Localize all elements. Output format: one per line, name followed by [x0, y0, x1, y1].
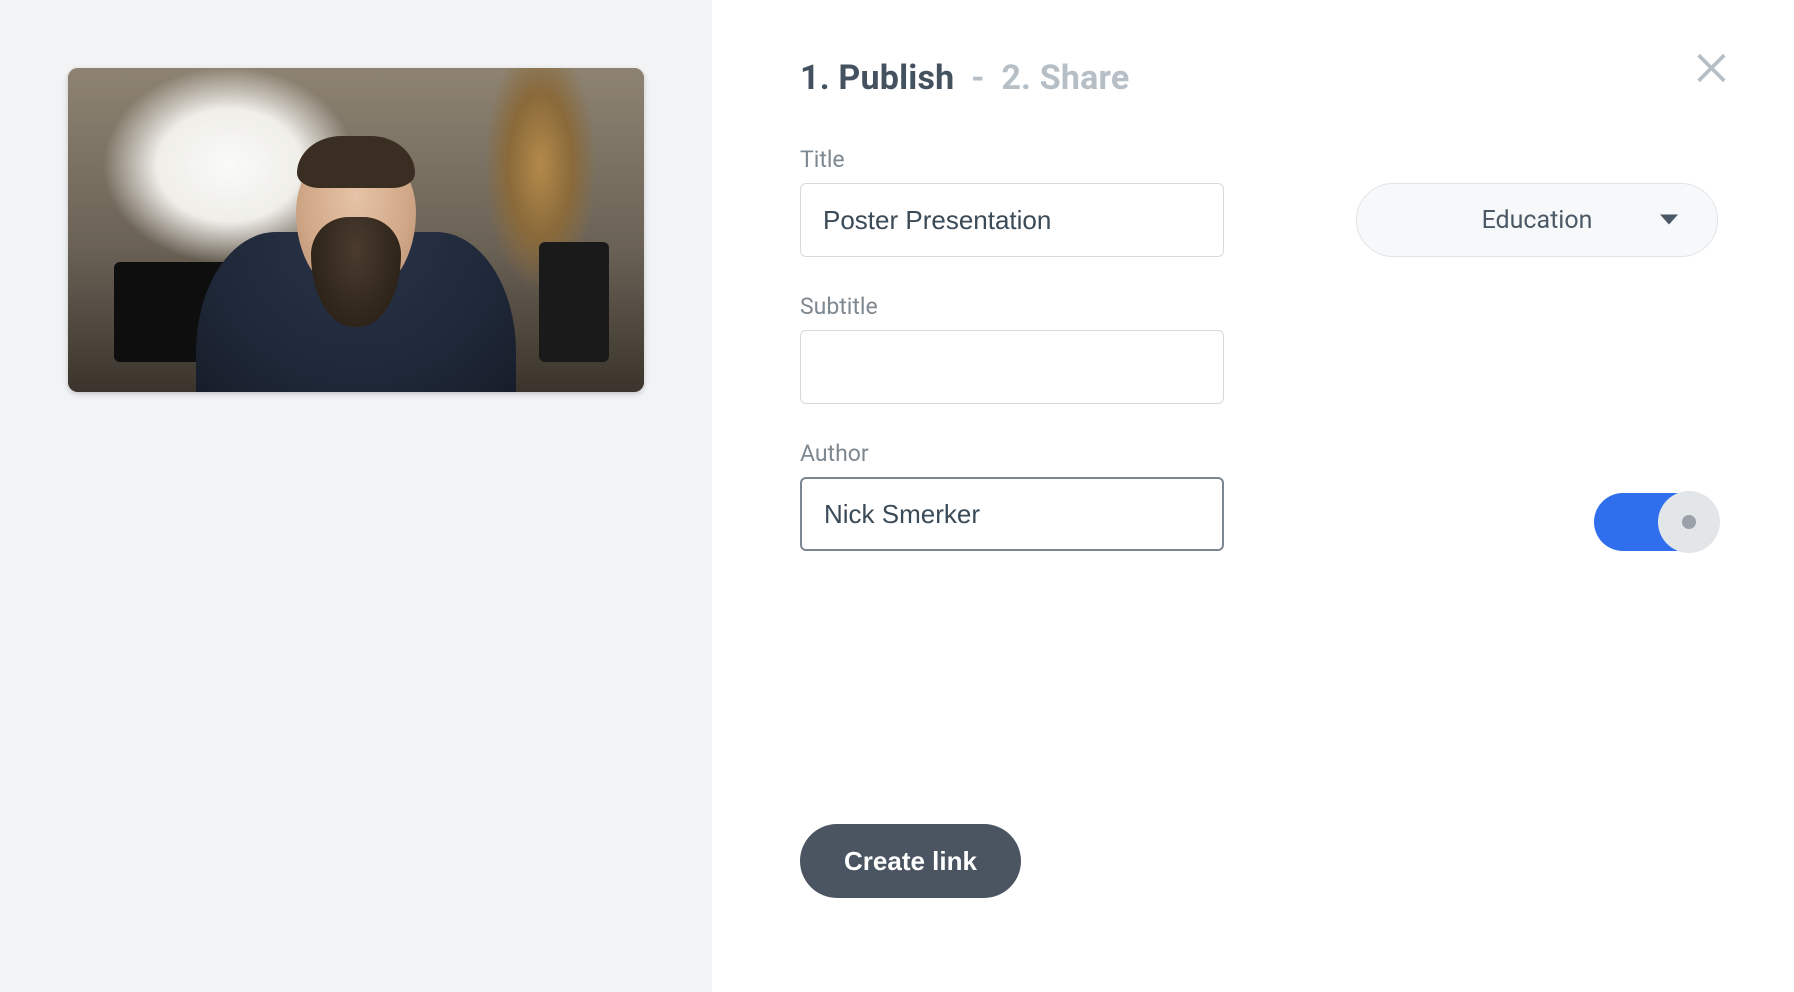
- close-icon: [1692, 46, 1736, 90]
- author-label: Author: [800, 440, 1224, 467]
- publish-form: 1. Publish - 2. Share Title Education Su…: [712, 0, 1794, 992]
- video-thumbnail: [68, 68, 644, 392]
- subtitle-label: Subtitle: [800, 293, 1224, 320]
- author-input[interactable]: [800, 477, 1224, 551]
- title-label: Title: [800, 146, 1224, 173]
- subtitle-input[interactable]: [800, 330, 1224, 404]
- step-publish: 1. Publish: [800, 58, 954, 98]
- title-input[interactable]: [800, 183, 1224, 257]
- step-separator: -: [971, 58, 985, 98]
- author-visibility-toggle[interactable]: [1594, 493, 1718, 551]
- close-button[interactable]: [1692, 46, 1736, 90]
- create-link-button[interactable]: Create link: [800, 824, 1021, 898]
- preview-panel: [0, 0, 712, 992]
- publish-steps: 1. Publish - 2. Share: [800, 58, 1718, 98]
- category-select[interactable]: Education: [1356, 183, 1718, 257]
- step-share: 2. Share: [1001, 58, 1129, 98]
- chevron-down-icon: [1659, 206, 1679, 235]
- category-selected: Education: [1482, 206, 1593, 235]
